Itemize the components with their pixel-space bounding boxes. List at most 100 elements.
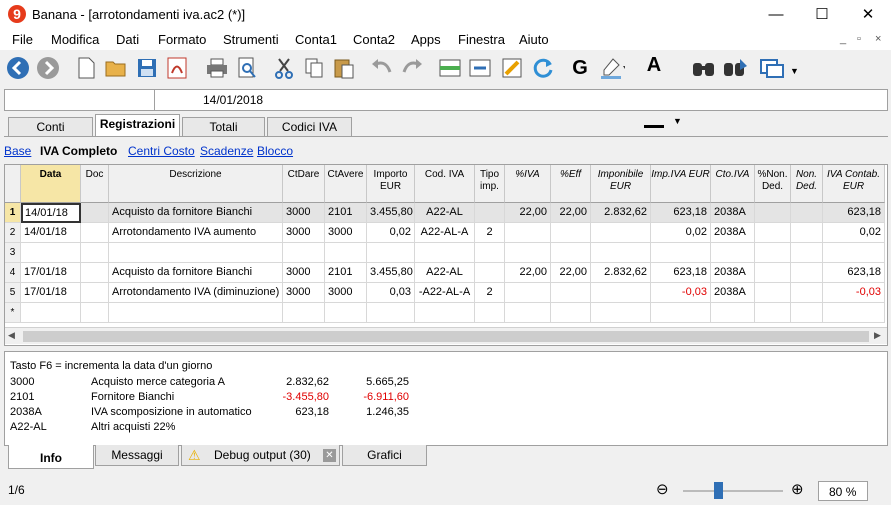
view-iva-completo[interactable]: IVA Completo <box>40 144 117 158</box>
column-header-impiva[interactable]: Imp.IVA EUR <box>651 165 711 203</box>
column-header-contab[interactable]: IVA Contab. EUR <box>823 165 885 203</box>
cell-contab[interactable]: 623,18 <box>823 263 885 283</box>
cell-iva[interactable] <box>505 223 551 243</box>
cell-tipo[interactable] <box>475 263 505 283</box>
cell-eff[interactable]: 22,00 <box>551 263 591 283</box>
cell-nd[interactable] <box>791 263 823 283</box>
cell-pnd[interactable] <box>755 263 791 283</box>
column-header-avere[interactable]: CtAvere <box>325 165 367 203</box>
view-scadenze[interactable]: Scadenze <box>200 144 253 158</box>
mdi-minimize-button[interactable]: _ <box>840 33 846 45</box>
cell-iva[interactable]: 22,00 <box>505 263 551 283</box>
zoom-in-icon[interactable]: ⊕ <box>791 480 804 498</box>
menu-strumenti[interactable]: Strumenti <box>223 32 279 47</box>
row-number[interactable]: 2 <box>5 223 21 243</box>
zoom-slider-track[interactable] <box>683 490 783 492</box>
find-next-icon[interactable] <box>721 54 749 82</box>
cell-avere[interactable]: 3000 <box>325 283 367 303</box>
column-header-dare[interactable]: CtDare <box>283 165 325 203</box>
tab-debug-output[interactable]: ⚠ Debug output (30) ✕ <box>181 445 340 466</box>
cell-data[interactable]: 14/01/18 <box>21 223 81 243</box>
cell-eff[interactable] <box>551 243 591 263</box>
cell-desc[interactable] <box>109 243 283 263</box>
menu-file[interactable]: File <box>12 32 33 47</box>
cell-data[interactable] <box>21 243 81 263</box>
cell-nd[interactable] <box>791 223 823 243</box>
column-header-doc[interactable]: Doc <box>81 165 109 203</box>
cell-iva[interactable] <box>505 303 551 323</box>
cell-codiva[interactable] <box>415 243 475 263</box>
cell-doc[interactable] <box>81 243 109 263</box>
menu-formato[interactable]: Formato <box>158 32 206 47</box>
window-icon[interactable] <box>758 54 786 82</box>
cell-importo[interactable]: 0,02 <box>367 223 415 243</box>
cell-impiva[interactable]: 623,18 <box>651 263 711 283</box>
pdf-icon[interactable] <box>163 54 191 82</box>
zoom-slider-thumb[interactable] <box>714 482 723 499</box>
mdi-restore-button[interactable]: ▫ <box>857 33 861 45</box>
column-header-nd[interactable]: Non. Ded. <box>791 165 823 203</box>
scrollbar-thumb[interactable] <box>23 331 869 342</box>
tab-conti[interactable]: Conti <box>8 117 93 137</box>
cell-codiva[interactable]: A22-AL-A <box>415 223 475 243</box>
scroll-right-icon[interactable]: ▶ <box>874 330 881 341</box>
column-header-ctoiva[interactable]: Cto.IVA <box>711 165 755 203</box>
cell-doc[interactable] <box>81 223 109 243</box>
font-color-icon[interactable]: A <box>640 54 668 82</box>
zoom-field[interactable]: 80 % <box>818 481 868 501</box>
row-number[interactable]: 5 <box>5 283 21 303</box>
open-folder-icon[interactable] <box>102 54 130 82</box>
menu-dati[interactable]: Dati <box>116 32 139 47</box>
highlight-icon[interactable] <box>598 54 626 82</box>
cell-importo[interactable]: 3.455,80 <box>367 263 415 283</box>
cell-desc[interactable]: Arrotondamento IVA aumento <box>109 223 283 243</box>
window-chevron-down-icon[interactable]: ▼ <box>790 66 799 76</box>
cell-data[interactable]: 17/01/18 <box>21 263 81 283</box>
close-tab-icon[interactable]: ✕ <box>323 449 336 462</box>
row-number[interactable]: * <box>5 303 21 323</box>
tab-totali[interactable]: Totali <box>182 117 265 137</box>
close-button[interactable]: ✕ <box>845 0 891 30</box>
row-number[interactable]: 4 <box>5 263 21 283</box>
new-file-icon[interactable] <box>72 54 100 82</box>
tab-info[interactable]: Info <box>8 445 94 469</box>
cell-dare[interactable]: 3000 <box>283 283 325 303</box>
cell-contab[interactable] <box>823 303 885 323</box>
insert-rows-icon[interactable] <box>436 54 464 82</box>
column-header-eff[interactable]: %Eff <box>551 165 591 203</box>
cell-ctoiva[interactable]: 2038A <box>711 203 755 223</box>
bold-icon[interactable]: G <box>566 54 594 82</box>
cell-avere[interactable] <box>325 243 367 263</box>
cell-contab[interactable]: 623,18 <box>823 203 885 223</box>
paste-icon[interactable] <box>330 54 358 82</box>
maximize-button[interactable]: ☐ <box>799 0 845 30</box>
cell-imponibile[interactable] <box>591 223 651 243</box>
tab-grafici[interactable]: Grafici <box>342 445 427 466</box>
cell-dare[interactable]: 3000 <box>283 223 325 243</box>
cell-pnd[interactable] <box>755 283 791 303</box>
chevron-down-icon[interactable]: ▼ <box>673 116 682 126</box>
cell-impiva[interactable]: -0,03 <box>651 283 711 303</box>
forward-icon[interactable] <box>34 54 62 82</box>
cell-imponibile[interactable] <box>591 243 651 263</box>
horizontal-scrollbar[interactable]: ◀ ▶ <box>5 327 887 344</box>
cell-nd[interactable] <box>791 203 823 223</box>
cell-importo[interactable] <box>367 243 415 263</box>
cell-pnd[interactable] <box>755 223 791 243</box>
column-header-importo[interactable]: Importo EUR <box>367 165 415 203</box>
cell-nd[interactable] <box>791 283 823 303</box>
save-icon[interactable] <box>133 54 161 82</box>
cell-avere[interactable]: 2101 <box>325 263 367 283</box>
tab-messaggi[interactable]: Messaggi <box>95 445 179 466</box>
cell-codiva[interactable] <box>415 303 475 323</box>
menu-aiuto[interactable]: Aiuto <box>519 32 549 47</box>
cell-imponibile[interactable] <box>591 303 651 323</box>
cell-ctoiva[interactable]: 2038A <box>711 283 755 303</box>
cell-importo[interactable]: 3.455,80 <box>367 203 415 223</box>
cell-contab[interactable] <box>823 243 885 263</box>
column-header-tipo[interactable]: Tipo imp. <box>475 165 505 203</box>
cell-pnd[interactable] <box>755 303 791 323</box>
zoom-out-icon[interactable]: ⊖ <box>656 480 669 498</box>
print-icon[interactable] <box>203 54 231 82</box>
mdi-close-button[interactable]: × <box>875 33 881 45</box>
